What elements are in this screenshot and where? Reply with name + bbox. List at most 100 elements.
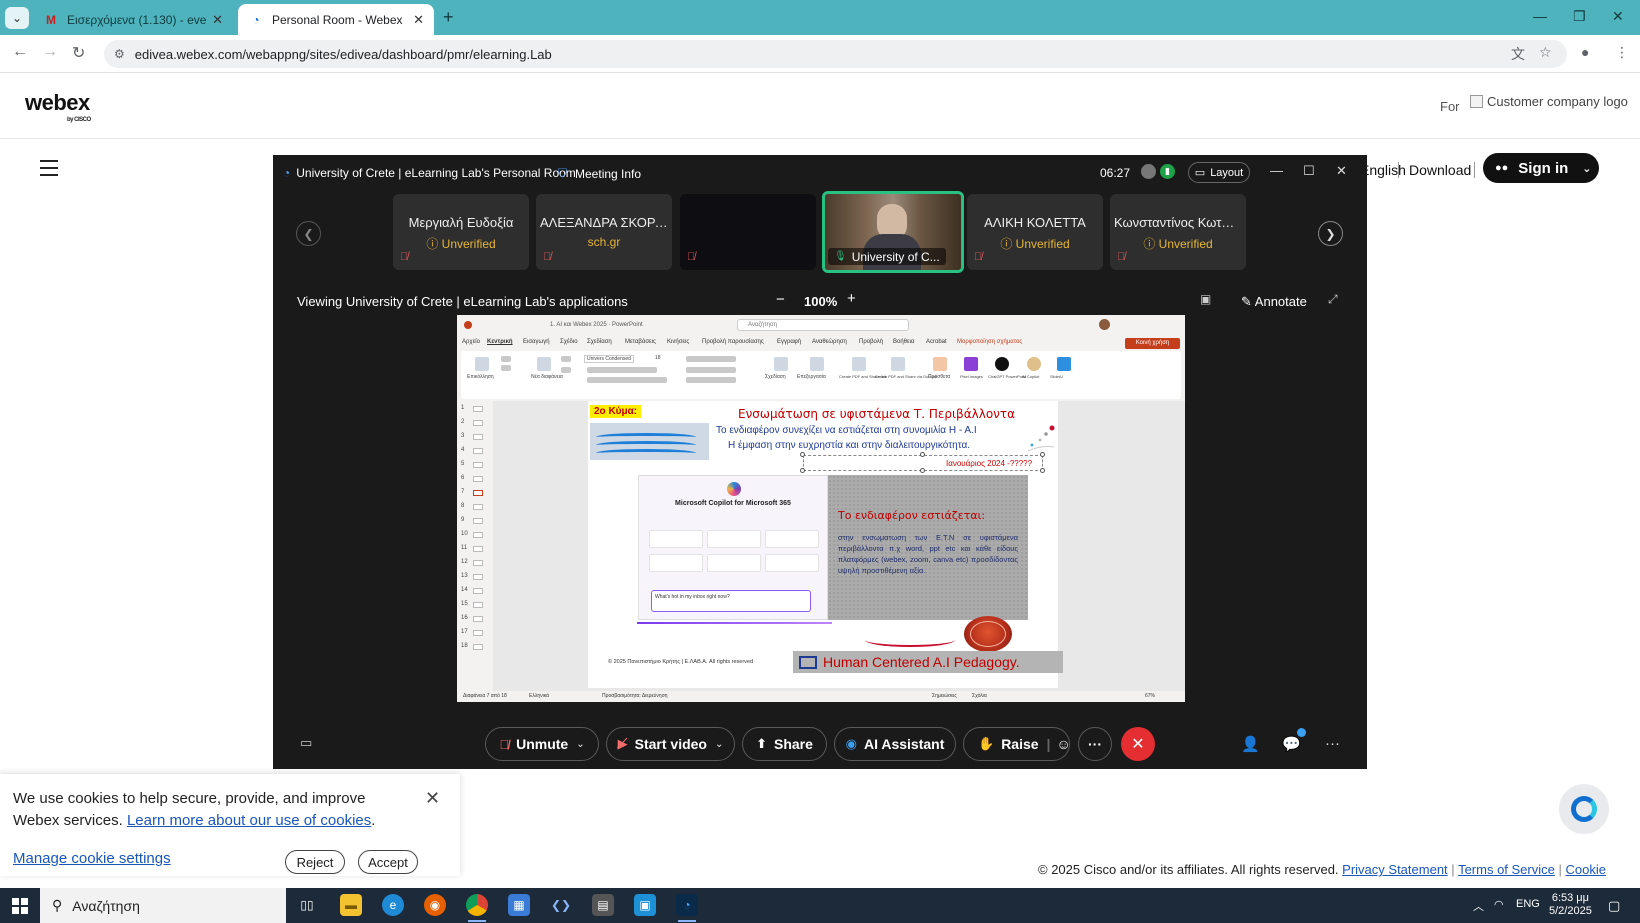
strip-next-button[interactable]: ❯ <box>1318 221 1343 246</box>
pedagogy-banner: Human Centered A.I Pedagogy. <box>793 651 1063 673</box>
notifications-icon[interactable]: ▢ <box>1608 898 1620 914</box>
fullscreen-icon[interactable]: ⤢ <box>1328 292 1338 307</box>
meeting-info-button[interactable]: ⛉ Meeting Info <box>558 166 641 181</box>
annotate-button[interactable]: ✎ Annotate <box>1241 294 1307 310</box>
active-speaker-tile[interactable]: 🎙 University of C... <box>822 191 964 273</box>
app-icon[interactable]: ▤ <box>592 894 614 916</box>
back-icon[interactable]: ← <box>12 43 28 61</box>
webex-assistant-icon <box>1571 796 1597 822</box>
avatar <box>1099 319 1110 330</box>
muted-mic-icon: 🎙̸ <box>499 736 510 752</box>
raise-hand-button[interactable]: ✋ Raise | ☺ <box>963 727 1071 761</box>
participant-name: Μεργιαλή Ευδοξία <box>408 215 514 230</box>
manage-cookie-settings-link[interactable]: Manage cookie settings <box>13 850 171 867</box>
layout-button[interactable]: ▭ Layout <box>1188 162 1250 183</box>
chrome-icon[interactable] <box>466 894 488 922</box>
more-options-button[interactable]: ··· <box>1078 727 1112 761</box>
tab-webex[interactable]: ◔ Personal Room - Webex ✕ <box>238 4 434 35</box>
strip-prev-button[interactable]: ❮ <box>296 221 321 246</box>
site-info-icon[interactable]: ⚙ <box>114 47 125 61</box>
shared-screen[interactable]: 1. ΑΙ και Webex 2025 · PowerPoint Αναζήτ… <box>457 315 1185 702</box>
tab-title: Personal Room - Webex <box>272 12 403 27</box>
address-bar[interactable]: ⚙ edivea.webex.com/webappng/sites/edivea… <box>104 40 1567 68</box>
unmute-button[interactable]: 🎙̸ Unmute ⌄ <box>485 727 599 761</box>
participant-tile[interactable]: ΑΛΕΞΑΝΔΡΑ ΣΚΟΡΔΟΥ sch.gr 🎙̸ <box>536 194 672 270</box>
page-footer: © 2025 Cisco and/or its affiliates. All … <box>1038 862 1606 877</box>
wifi-icon[interactable]: ◠ <box>1494 898 1504 911</box>
webex-icon[interactable]: ◔ <box>676 894 698 922</box>
windows-taskbar: ⚲ Αναζήτηση ▯▯ ▬ e ◉ ▦ ❮❯ ▤ ▣ ◔ ︿ ◠ ENG … <box>0 888 1640 923</box>
copilot-prompt-box: What's hot in my inbox right now? <box>651 590 811 612</box>
taskbar-search[interactable]: ⚲ Αναζήτηση <box>40 888 286 923</box>
participants-icon[interactable]: 👤 <box>1241 735 1260 753</box>
more-icon[interactable]: ··· <box>1325 735 1340 752</box>
recording-status-icon[interactable] <box>1141 164 1156 179</box>
tab-gmail[interactable]: M Εισερχόμενα (1.130) - evemerg ✕ <box>33 4 233 35</box>
translate-icon[interactable]: 文 <box>1511 44 1525 64</box>
start-video-button[interactable]: ▶̸ Start video ⌄ <box>606 727 735 761</box>
participant-status: ⓘ Unverified <box>1143 237 1213 251</box>
terms-of-service-link[interactable]: Terms of Service <box>1458 862 1555 877</box>
participant-tile[interactable]: Κωνσταντίνος Κωτσί... ⓘ Unverified 🎙̸ <box>1110 194 1246 270</box>
muted-mic-icon: 🎙̸ <box>687 251 696 263</box>
layout-icon: ▭ <box>1194 167 1206 179</box>
webex-logo[interactable]: webex by CISCO <box>25 90 91 123</box>
share-button[interactable]: ⬆ Share <box>742 727 827 761</box>
close-icon[interactable]: ✕ <box>413 12 424 28</box>
reload-icon[interactable]: ↻ <box>72 43 85 63</box>
sign-in-button[interactable]: ●● Sign in ⌄ <box>1483 153 1599 183</box>
accept-button[interactable]: Accept <box>358 850 418 874</box>
participant-status: ⓘ Unverified <box>426 237 496 251</box>
new-tab-icon[interactable]: + <box>443 7 454 28</box>
browser-menu-icon[interactable]: ⋮ <box>1615 44 1629 61</box>
close-icon[interactable]: ✕ <box>425 788 440 809</box>
taskbar-clock[interactable]: 6:53 μμ 5/2/2025 <box>1549 892 1592 918</box>
reject-button[interactable]: Reject <box>285 850 345 874</box>
task-view-icon[interactable]: ▯▯ <box>296 894 318 916</box>
reactions-icon[interactable]: ☺ <box>1056 736 1070 752</box>
close-window-icon[interactable]: ✕ <box>1612 8 1624 25</box>
cookie-link[interactable]: Cookie <box>1566 862 1606 877</box>
file-explorer-icon[interactable]: ▬ <box>340 894 362 916</box>
app-icon[interactable]: ▣ <box>634 894 656 916</box>
copilot-title: Microsoft Copilot for Microsoft 365 <box>675 500 791 507</box>
learn-more-link[interactable]: Learn more about our use of cookies <box>127 812 371 829</box>
bookmark-star-icon[interactable]: ☆ <box>1539 44 1552 61</box>
tray-overflow-icon[interactable]: ︿ <box>1473 898 1484 914</box>
zoom-out-button[interactable]: − <box>776 291 785 308</box>
participant-tile-video[interactable]: 🎙̸ <box>680 194 816 270</box>
zoom-in-button[interactable]: + <box>847 290 856 307</box>
leave-meeting-button[interactable]: ✕ <box>1121 727 1155 761</box>
ai-assistant-button[interactable]: ◉ AI Assistant <box>834 727 956 761</box>
minimize-icon[interactable]: — <box>1533 8 1547 24</box>
slide-title: Ενσωμάτωση σε υφιστάμενα Τ. Περιβάλλοντα <box>738 407 1015 421</box>
maximize-icon[interactable]: ☐ <box>1303 163 1315 179</box>
participant-tile[interactable]: Μεργιαλή Ευδοξία ⓘ Unverified 🎙̸ <box>393 194 529 270</box>
graduation-cap-icon <box>799 655 817 669</box>
chat-icon[interactable]: 💬 <box>1282 735 1301 753</box>
minimize-icon[interactable]: — <box>1270 163 1283 178</box>
windows-start-icon[interactable] <box>12 898 28 914</box>
create-pdf-outlook-icon <box>891 357 905 371</box>
closed-captions-icon[interactable]: ▭ <box>300 735 312 751</box>
close-icon[interactable]: ✕ <box>1336 163 1347 179</box>
store-icon[interactable]: ▦ <box>508 894 530 916</box>
restore-icon[interactable]: ❐ <box>1573 8 1586 25</box>
edge-icon[interactable]: e <box>382 894 404 916</box>
gmail-icon: M <box>46 12 56 27</box>
firefox-icon[interactable]: ◉ <box>424 894 446 916</box>
vscode-icon[interactable]: ❮❯ <box>550 894 572 916</box>
privacy-statement-link[interactable]: Privacy Statement <box>1342 862 1448 877</box>
network-health-icon[interactable]: ▮ <box>1160 164 1175 179</box>
profile-icon[interactable]: ● <box>1581 44 1589 60</box>
remote-control-icon[interactable]: ▣ <box>1200 292 1211 306</box>
input-language[interactable]: ENG <box>1516 898 1540 910</box>
webex-assistant-button[interactable] <box>1559 784 1609 834</box>
download-link[interactable]: Download <box>1409 162 1471 178</box>
forward-icon[interactable]: → <box>42 43 58 61</box>
tab-search-button[interactable]: ⌄ <box>5 7 29 29</box>
copilot-screenshot: Microsoft Copilot for Microsoft 365 What… <box>637 475 832 624</box>
participant-tile[interactable]: ΑΛΙΚΗ ΚΟΛΕΤΤΑ ⓘ Unverified 🎙̸ <box>967 194 1103 270</box>
close-icon[interactable]: ✕ <box>212 12 223 28</box>
hamburger-menu-icon[interactable] <box>40 160 58 181</box>
